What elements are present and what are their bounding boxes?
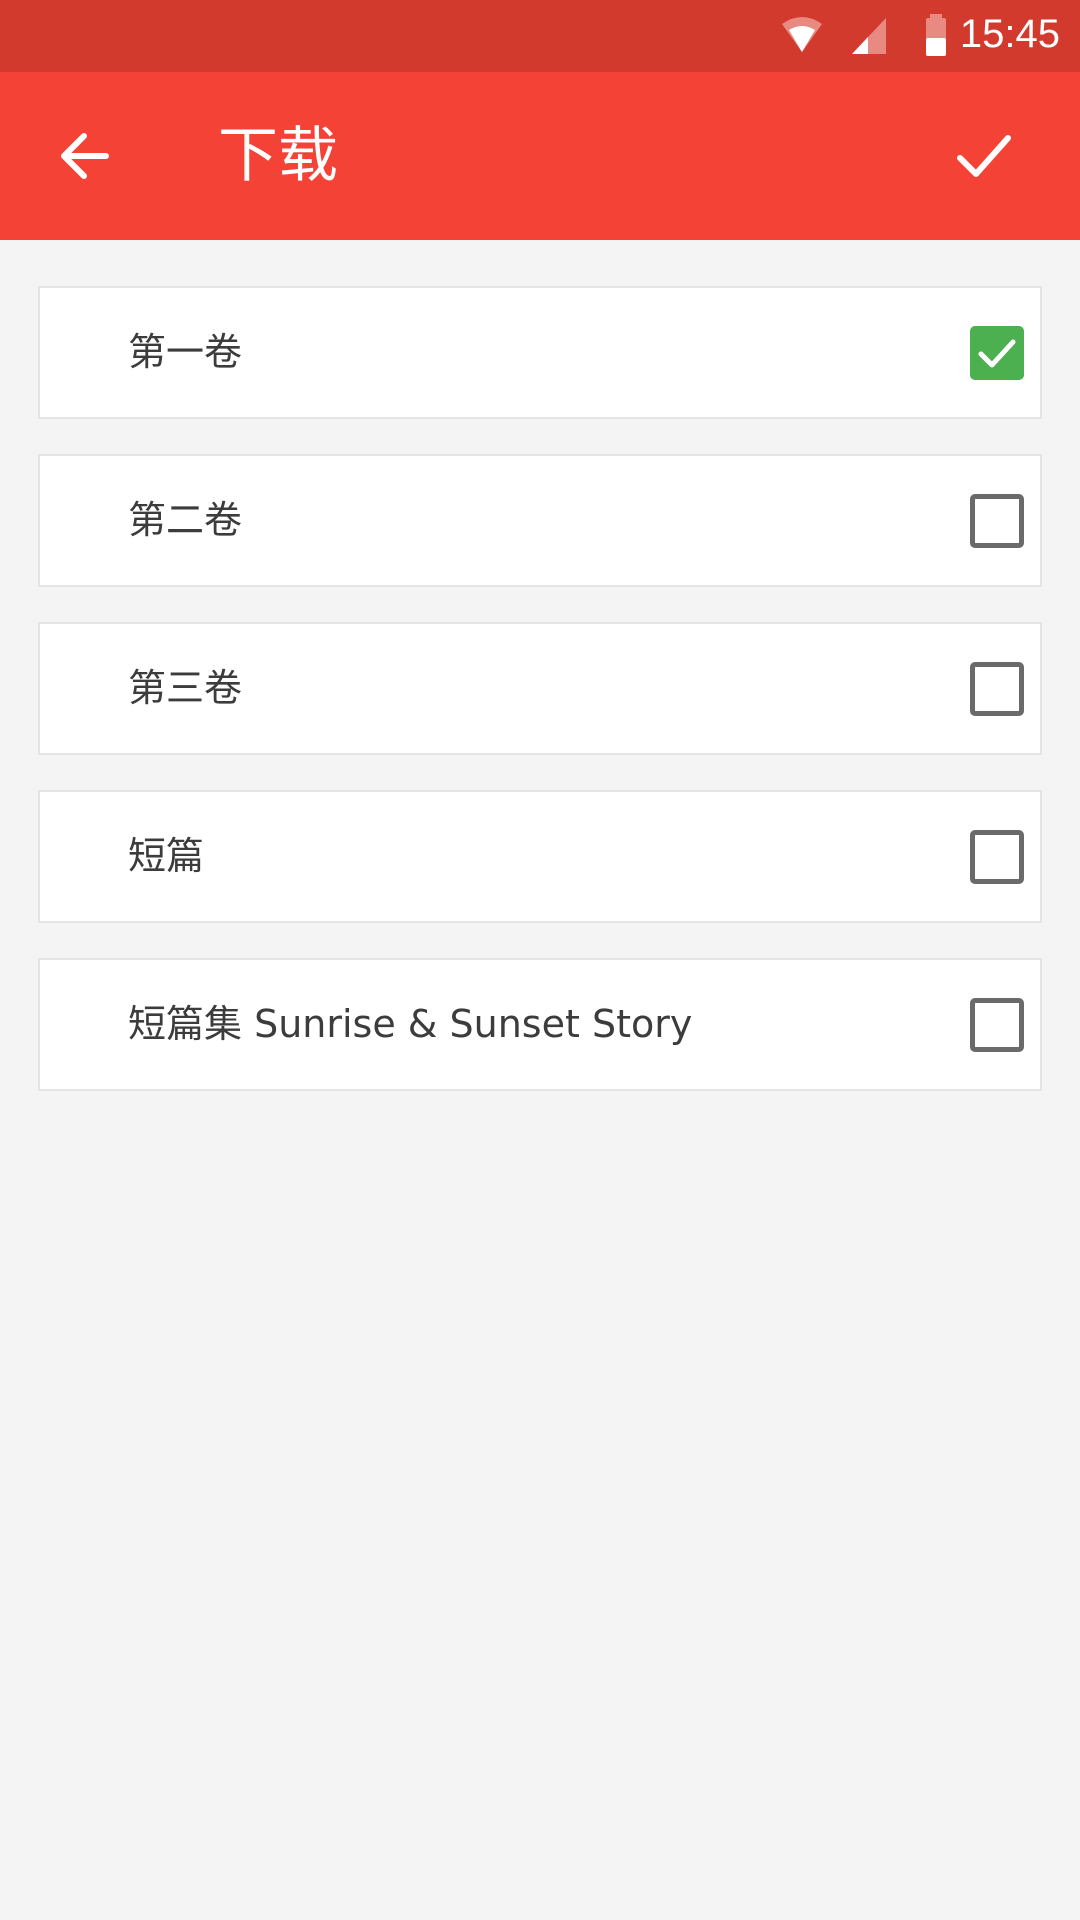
list-item[interactable]: 第一卷 bbox=[38, 286, 1042, 419]
list-item-label: 第三卷 bbox=[128, 666, 243, 710]
battery-icon bbox=[926, 14, 946, 56]
page-title: 下载 bbox=[218, 121, 338, 191]
list-item-label: 第二卷 bbox=[128, 498, 243, 542]
status-bar: 15:45 bbox=[0, 0, 1080, 72]
list-item[interactable]: 短篇集 Sunrise & Sunset Story bbox=[38, 958, 1042, 1091]
signal-icon bbox=[852, 18, 886, 54]
list-item[interactable]: 短篇 bbox=[38, 790, 1042, 923]
checkbox[interactable] bbox=[970, 326, 1024, 380]
check-icon bbox=[957, 135, 1011, 177]
status-time: 15:45 bbox=[959, 12, 1060, 56]
list-item-label: 短篇 bbox=[128, 834, 205, 878]
checkbox[interactable] bbox=[970, 662, 1024, 716]
checkbox[interactable] bbox=[970, 494, 1024, 548]
checkbox[interactable] bbox=[970, 830, 1024, 884]
list-item-label: 第一卷 bbox=[128, 330, 243, 374]
wifi-icon bbox=[782, 17, 822, 52]
list-item[interactable]: 第二卷 bbox=[38, 454, 1042, 587]
volume-list: 第一卷 第二卷 第三卷 短篇 短篇集 Sunrise & Sunset Stor… bbox=[38, 286, 1042, 1126]
list-item[interactable]: 第三卷 bbox=[38, 622, 1042, 755]
back-button[interactable] bbox=[40, 112, 128, 200]
checkmark-icon bbox=[978, 339, 1016, 368]
arrow-back-icon bbox=[61, 133, 109, 179]
confirm-button[interactable] bbox=[940, 112, 1028, 200]
checkbox[interactable] bbox=[970, 998, 1024, 1052]
app-bar: 下载 bbox=[0, 72, 1080, 240]
list-item-label: 短篇集 Sunrise & Sunset Story bbox=[128, 1002, 693, 1046]
